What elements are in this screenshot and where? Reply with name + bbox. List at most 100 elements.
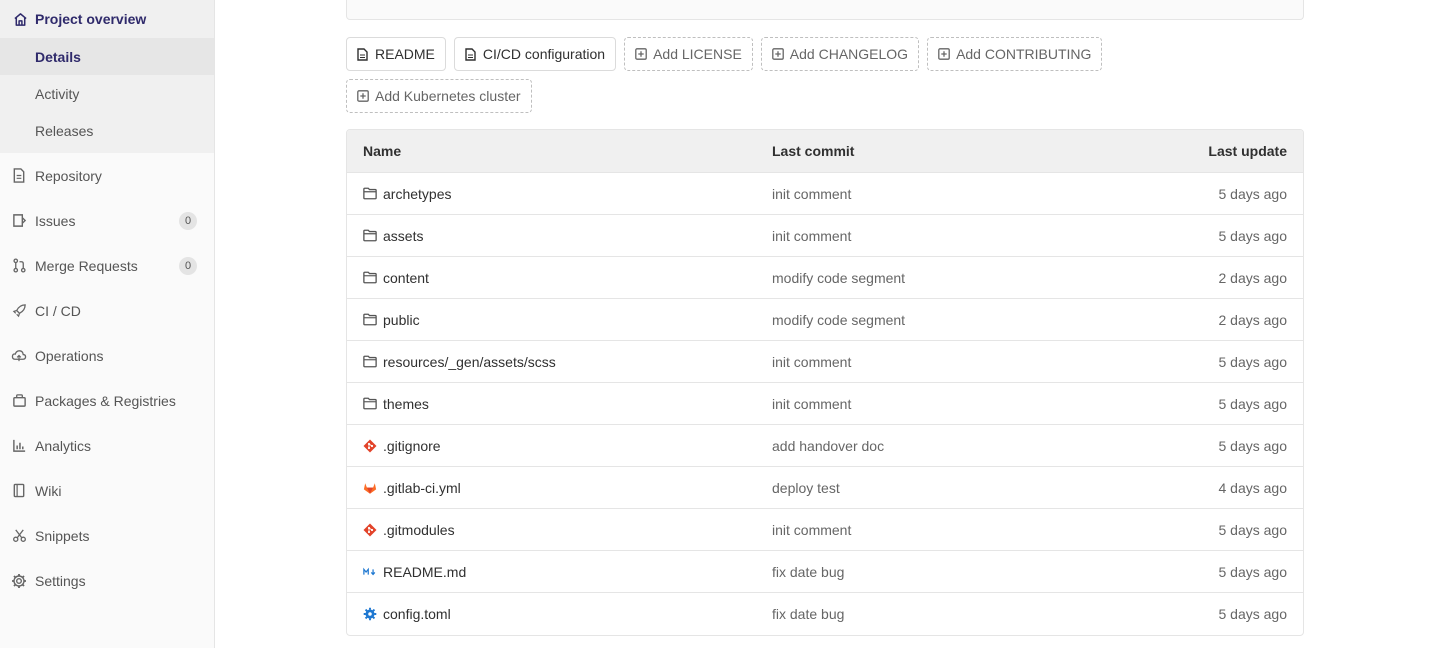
file-name-cell: assets — [347, 228, 772, 244]
last-update-time: 5 days ago — [1218, 563, 1288, 580]
folder-icon — [363, 229, 377, 243]
sidebar-item-label: Repository — [35, 167, 102, 184]
last-commit-link[interactable]: modify code segment — [772, 312, 1122, 328]
last-commit-link[interactable]: init comment — [772, 228, 1122, 244]
file-name-cell: themes — [347, 396, 772, 412]
add-kubernetes-cluster-button[interactable]: Add Kubernetes cluster — [346, 79, 532, 113]
add-contributing-button[interactable]: Add CONTRIBUTING — [927, 37, 1103, 71]
last-commit-link[interactable]: init comment — [772, 396, 1122, 412]
sidebar-item-label: Snippets — [35, 527, 90, 544]
sidebar-item-issues[interactable]: Issues 0 — [0, 198, 214, 243]
sidebar-item-label: Merge Requests — [35, 257, 138, 274]
button-label: CI/CD configuration — [482, 46, 606, 62]
sidebar-item-label: Wiki — [35, 482, 62, 499]
last-commit-link[interactable]: deploy test — [772, 480, 1122, 496]
last-update-time: 2 days ago — [1218, 269, 1288, 286]
sidebar-item-snippets[interactable]: Snippets — [0, 513, 214, 558]
sidebar-item-label: Issues — [35, 212, 76, 229]
file-name-link[interactable]: assets — [383, 228, 423, 244]
sidebar-item-project-overview[interactable]: Project overview — [0, 0, 214, 38]
file-name-link[interactable]: README.md — [383, 564, 466, 580]
add-changelog-button[interactable]: Add CHANGELOG — [760, 37, 920, 71]
count-badge: 0 — [179, 212, 197, 230]
last-update-time: 5 days ago — [1218, 521, 1288, 538]
rocket-icon — [11, 303, 27, 319]
issues-icon — [11, 213, 27, 229]
file-name-cell: content — [347, 270, 772, 286]
last-commit-link[interactable]: fix date bug — [772, 606, 1122, 622]
plus-square-icon — [771, 47, 784, 61]
file-name-link[interactable]: config.toml — [383, 606, 451, 622]
quick-actions: README CI/CD configuration Add LICENSE Add … — [346, 37, 1304, 71]
table-row[interactable]: themes init comment 5 days ago — [347, 383, 1303, 425]
file-name-cell: archetypes — [347, 186, 772, 202]
quick-actions-row2: Add Kubernetes cluster — [346, 79, 1304, 113]
sidebar-item-repository[interactable]: Repository — [0, 153, 214, 198]
sidebar-item-analytics[interactable]: Analytics — [0, 423, 214, 468]
book-icon — [11, 483, 27, 499]
table-row[interactable]: content modify code segment 2 days ago — [347, 257, 1303, 299]
last-commit-link[interactable]: add handover doc — [772, 438, 1122, 454]
last-commit-link[interactable]: fix date bug — [772, 564, 1122, 580]
last-commit-link[interactable]: init comment — [772, 522, 1122, 538]
sidebar-item-label: Packages & Registries — [35, 392, 176, 409]
readme-button[interactable]: README — [346, 37, 446, 71]
table-row[interactable]: README.md fix date bug 5 days ago — [347, 551, 1303, 593]
last-update-time: 5 days ago — [1218, 437, 1288, 454]
sidebar-item-wiki[interactable]: Wiki — [0, 468, 214, 513]
last-update-time: 5 days ago — [1218, 185, 1288, 202]
chart-icon — [11, 438, 27, 454]
file-name-link[interactable]: archetypes — [383, 186, 451, 202]
file-name-cell: .gitmodules — [347, 522, 772, 538]
file-name-link[interactable]: .gitignore — [383, 438, 441, 454]
folder-icon — [363, 187, 377, 201]
table-row[interactable]: archetypes init comment 5 days ago — [347, 173, 1303, 215]
last-commit-link[interactable]: init comment — [772, 186, 1122, 202]
button-label: Add CHANGELOG — [789, 46, 909, 62]
ci-cd-configuration-button[interactable]: CI/CD configuration — [453, 37, 617, 71]
sidebar-subitem-releases[interactable]: Releases — [0, 112, 214, 149]
sidebar-subitem-label: Releases — [35, 122, 94, 139]
file-icon — [465, 47, 477, 61]
file-name-link[interactable]: themes — [383, 396, 429, 412]
sidebar-item-packages-registries[interactable]: Packages & Registries — [0, 378, 214, 423]
scissors-icon — [11, 528, 27, 544]
folder-icon — [363, 313, 377, 327]
last-commit-link[interactable]: init comment — [772, 354, 1122, 370]
sidebar-item-merge-requests[interactable]: Merge Requests 0 — [0, 243, 214, 288]
table-row[interactable]: public modify code segment 2 days ago — [347, 299, 1303, 341]
plus-square-icon — [938, 47, 950, 61]
table-row[interactable]: assets init comment 5 days ago — [347, 215, 1303, 257]
merge-icon — [11, 258, 27, 274]
gear-icon — [11, 573, 27, 589]
sidebar-subitem-label: Details — [35, 48, 81, 65]
sidebar-subitem-label: Activity — [35, 85, 80, 102]
last-update-time: 5 days ago — [1218, 227, 1288, 244]
add-license-button[interactable]: Add LICENSE — [624, 37, 753, 71]
sidebar-item-ci-cd[interactable]: CI / CD — [0, 288, 214, 333]
table-row[interactable]: config.toml fix date bug 5 days ago — [347, 593, 1303, 635]
sidebar-item-settings[interactable]: Settings — [0, 558, 214, 603]
file-name-link[interactable]: public — [383, 312, 420, 328]
table-row[interactable]: .gitmodules init comment 5 days ago — [347, 509, 1303, 551]
sidebar-subitem-details[interactable]: Details — [0, 38, 214, 75]
sidebar-item-operations[interactable]: Operations — [0, 333, 214, 378]
table-row[interactable]: .gitlab-ci.yml deploy test 4 days ago — [347, 467, 1303, 509]
file-name-link[interactable]: .gitmodules — [383, 522, 455, 538]
sidebar-item-label: Analytics — [35, 437, 92, 454]
last-update-time: 4 days ago — [1218, 479, 1288, 496]
file-name-link[interactable]: content — [383, 270, 429, 286]
file-name-link[interactable]: .gitlab-ci.yml — [383, 480, 461, 496]
project-overview-group: Project overview Details Activity Releases — [0, 0, 214, 153]
folder-icon — [363, 271, 377, 285]
sidebar-subitem-activity[interactable]: Activity — [0, 75, 214, 112]
table-row[interactable]: resources/_gen/assets/scss init comment 5 … — [347, 341, 1303, 383]
cloud-icon — [11, 348, 27, 364]
header-last-commit: Last commit — [772, 143, 855, 159]
git-icon — [363, 523, 377, 537]
last-update-time: 5 days ago — [1218, 606, 1288, 622]
file-name-link[interactable]: resources/_gen/assets/scss — [383, 354, 556, 370]
table-row[interactable]: .gitignore add handover doc 5 days ago — [347, 425, 1303, 467]
git-icon — [363, 439, 377, 453]
last-commit-link[interactable]: modify code segment — [772, 270, 1122, 286]
